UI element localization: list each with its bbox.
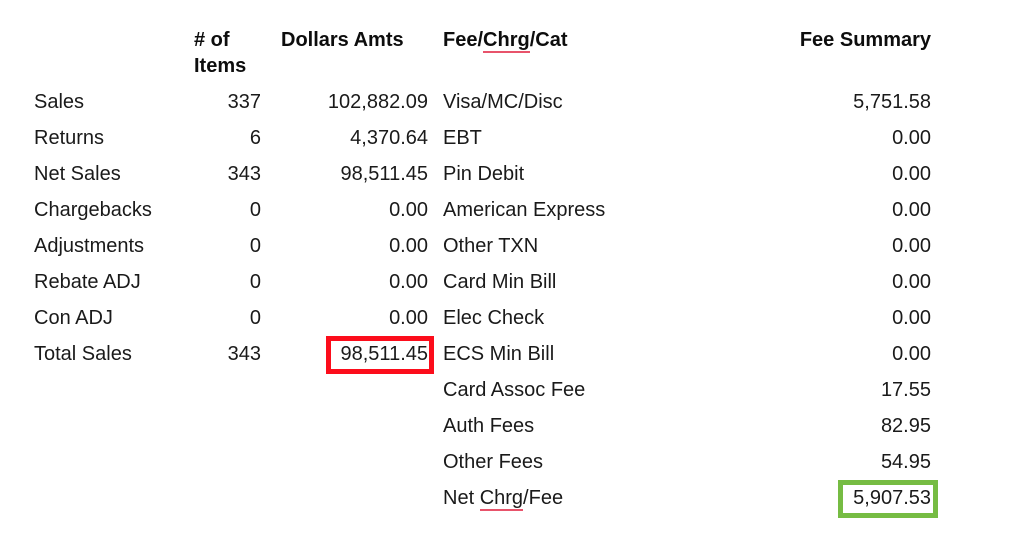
fee-row-label: ECS Min Bill (443, 343, 555, 365)
column-header-dollars-amounts: Dollars Amts (281, 29, 404, 51)
fee-row-label: Card Min Bill (443, 271, 557, 293)
fee-row-amount: 17.55 (880, 379, 931, 401)
sales-row-items: 0 (249, 199, 261, 221)
sales-row-items: 343 (227, 163, 261, 185)
fee-row-label: Elec Check (443, 307, 545, 329)
sales-row-items: 0 (249, 235, 261, 257)
fee-row-label: American Express (443, 199, 606, 221)
fee-row-label: EBT (443, 127, 482, 149)
sales-row-items: 0 (249, 271, 261, 293)
column-header-fee-charge-category: Fee/Chrg/Cat (443, 27, 703, 53)
fee-row-label: Other TXN (443, 235, 539, 257)
column-header-fee-summary: Fee Summary (799, 29, 931, 51)
fee-row-amount: 0.00 (892, 307, 931, 329)
sales-row-items: 337 (227, 91, 261, 113)
sales-row-dollars: 98,511.45 (340, 163, 429, 185)
fee-row-amount: 0.00 (892, 343, 931, 365)
sales-row-items: 0 (249, 307, 261, 329)
sales-row-dollars: 0.00 (389, 271, 428, 293)
net-charge-fee-amount-highlighted: 5,907.53 (853, 487, 931, 509)
sales-row-items: 6 (249, 127, 261, 149)
fee-row-amount: 54.95 (880, 451, 931, 473)
fee-row-label: Other Fees (443, 451, 544, 473)
net-charge-fee-label-suffix: /Fee (523, 487, 564, 509)
fee-row-amount: 0.00 (892, 271, 931, 293)
fee-row-amount: 0.00 (892, 199, 931, 221)
fee-category-header-prefix: Fee/ (443, 29, 484, 51)
fee-category-header-suffix: /Cat (529, 29, 568, 51)
fee-row-amount: 5,751.58 (853, 91, 931, 113)
sales-row-dollars: 4,370.64 (350, 127, 428, 149)
total-sales-dollars-highlighted: 98,511.45 (340, 343, 429, 365)
column-header-number-of-items: # of Items (194, 29, 247, 77)
fee-row-label: Card Assoc Fee (443, 379, 586, 401)
fee-row-amount: 0.00 (892, 163, 931, 185)
net-charge-fee-label-misspelled-word: Chrg (479, 487, 524, 511)
fee-row-label: Visa/MC/Disc (443, 91, 563, 113)
sales-row-dollars: 0.00 (389, 199, 428, 221)
sales-row-items: 343 (227, 343, 261, 365)
statement-summary-page: # of Items Dollars Amts Fee/Chrg/Cat Fee… (0, 0, 1024, 542)
sales-row-dollars: 0.00 (389, 307, 428, 329)
fee-row-amount: 82.95 (880, 415, 931, 437)
sales-row-dollars: 0.00 (389, 235, 428, 257)
fee-row-label-net-charge-fee: Net Chrg/Fee (443, 485, 743, 511)
fee-row-label: Auth Fees (443, 415, 535, 437)
net-charge-fee-label-prefix: Net (443, 487, 480, 509)
sales-row-dollars: 102,882.09 (327, 91, 428, 113)
fee-category-header-misspelled-word: Chrg (483, 29, 530, 53)
fee-row-amount: 0.00 (892, 127, 931, 149)
fee-row-amount: 0.00 (892, 235, 931, 257)
fee-row-label: Pin Debit (443, 163, 525, 185)
